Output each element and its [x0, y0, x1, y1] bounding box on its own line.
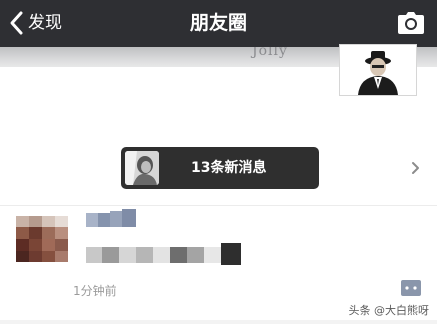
cover-text: Jolly: [252, 47, 288, 59]
watermark: 头条 @大白熊呀: [348, 304, 430, 317]
avatar-image: [340, 45, 416, 95]
notice-avatar: [125, 151, 159, 185]
comment-icon: [405, 286, 417, 290]
divider: [0, 205, 437, 206]
page-title: 朋友圈: [189, 12, 247, 34]
avatar-image: [16, 216, 68, 262]
camera-icon[interactable]: [397, 11, 425, 35]
bottom-divider: [0, 320, 437, 324]
post-avatar[interactable]: [16, 216, 68, 262]
top-navbar: 发现 朋友圈: [0, 0, 437, 47]
comment-button[interactable]: [401, 280, 421, 296]
profile-avatar[interactable]: [339, 44, 417, 96]
post-content: [86, 243, 241, 265]
post-timestamp: 1分钟前: [73, 284, 117, 298]
post-author-name[interactable]: [86, 209, 136, 227]
notice-text: 13条新消息: [191, 160, 267, 176]
new-messages-notice[interactable]: 13条新消息: [121, 147, 419, 189]
chevron-right-icon: [412, 162, 419, 174]
